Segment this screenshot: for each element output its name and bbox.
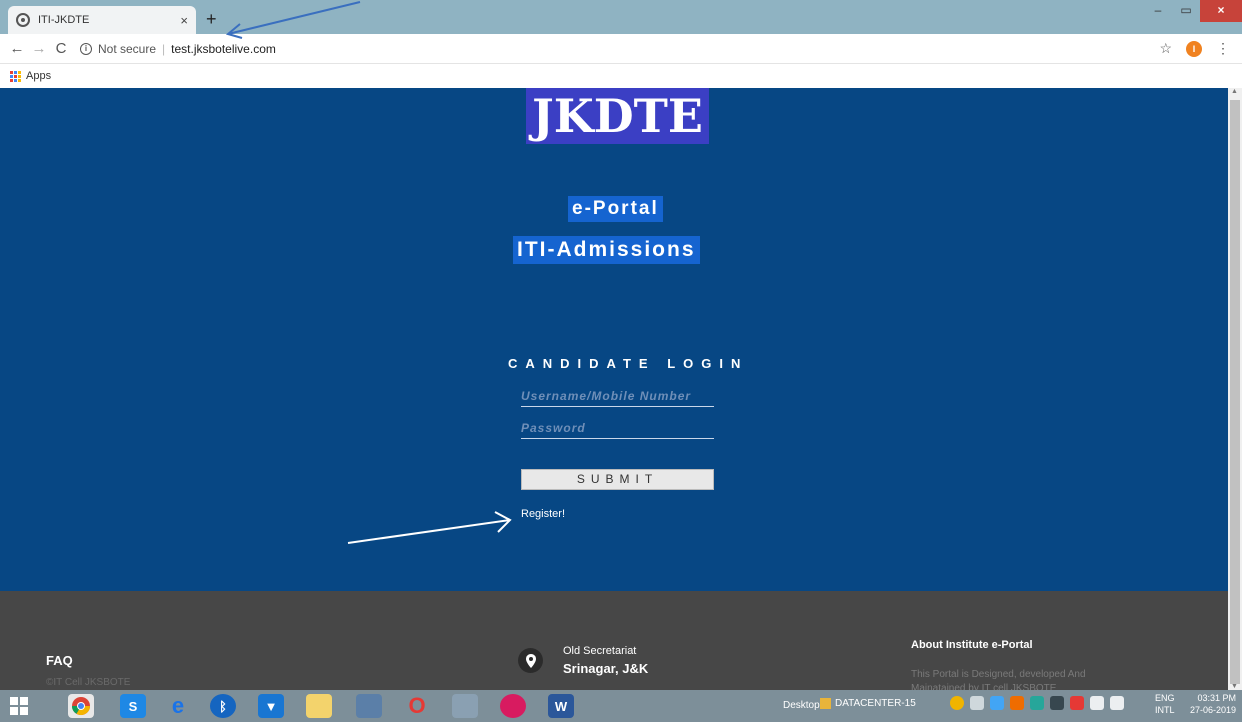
sync-icon[interactable] [1030, 696, 1044, 710]
tab-title: ITI-JKDTE [38, 14, 90, 26]
footer: FAQ ©IT Cell JKSBOTE Old Secretariat Sri… [0, 591, 1228, 690]
username-field-wrapper [521, 385, 714, 407]
security-label: Not secure [98, 41, 157, 56]
media-icon[interactable] [500, 694, 526, 718]
address-line-2: Srinagar, J&K [563, 661, 649, 676]
file-explorer-icon[interactable] [306, 694, 332, 718]
clock-time: 03:31 PM [1197, 693, 1237, 703]
taskbar-window-label: DATACENTER-15 [835, 698, 916, 709]
installer-icon[interactable] [452, 694, 478, 718]
download-icon[interactable]: ▼ [258, 694, 284, 718]
page-content: JKDTE e-Portal ITI-Admissions CANDIDATE … [0, 88, 1228, 690]
language-layout: INTL [1155, 705, 1175, 715]
tab-close-button[interactable]: × [180, 13, 188, 28]
skype-icon[interactable]: S [120, 694, 146, 718]
about-title: About Institute e-Portal [911, 639, 1033, 651]
omnibox[interactable]: i Not secure | test.jksbotelive.com [80, 42, 1159, 56]
copyright-text: ©IT Cell JKSBOTE [46, 677, 131, 688]
internet-explorer-icon[interactable]: e [165, 693, 191, 718]
scroll-up-icon[interactable]: ▲ [1231, 88, 1238, 95]
register-link[interactable]: Register! [521, 508, 565, 520]
page-scrollbar[interactable]: ▲ ▼ [1228, 88, 1242, 690]
bookmark-apps[interactable]: Apps [26, 70, 51, 82]
forward-arrow-icon[interactable]: → [28, 40, 50, 57]
bluetooth-icon[interactable]: ᛒ [210, 694, 236, 718]
system-clock[interactable]: 03:31 PM 27-06-2019 [1190, 692, 1236, 716]
annotation-arrow-top [225, 1, 361, 39]
opera-icon[interactable]: O [404, 693, 430, 718]
url-text[interactable]: test.jksbotelive.com [171, 42, 276, 56]
shield-icon[interactable] [990, 696, 1004, 710]
chrome-icon[interactable] [68, 694, 94, 718]
bookmark-star-icon[interactable]: ☆ [1159, 40, 1172, 57]
reload-icon[interactable]: C [50, 40, 72, 57]
display-icon[interactable] [1050, 696, 1064, 710]
help-icon[interactable] [950, 696, 964, 710]
password-input[interactable] [521, 417, 714, 438]
minimize-button[interactable]: – [1144, 0, 1172, 22]
password-field-wrapper [521, 417, 714, 439]
tray-app-icon[interactable] [1010, 696, 1024, 710]
login-title: CANDIDATE LOGIN [508, 356, 749, 371]
back-arrow-icon[interactable]: ← [6, 40, 28, 57]
system-tray [950, 696, 1124, 710]
language-code: ENG [1155, 693, 1175, 703]
word-icon[interactable]: W [548, 694, 574, 718]
volume-icon[interactable] [1090, 696, 1104, 710]
globe-icon [16, 13, 30, 27]
close-window-button[interactable]: × [1200, 0, 1242, 22]
windows-start-icon[interactable] [10, 697, 28, 715]
submit-button[interactable]: SUBMIT [521, 469, 714, 490]
admissions-heading: ITI-Admissions [513, 236, 700, 264]
username-input[interactable] [521, 385, 714, 406]
desktop-toolbar[interactable]: Desktop [783, 700, 820, 711]
bookmarks-bar: Apps [0, 64, 1242, 88]
app-icon[interactable] [356, 694, 382, 718]
faq-link[interactable]: FAQ [46, 653, 73, 668]
browser-titlebar: ITI-JKDTE × + – ▭ × [0, 0, 1242, 34]
address-line-1: Old Secretariat [563, 645, 637, 657]
annotation-arrow [347, 511, 512, 544]
clock-date: 27-06-2019 [1190, 705, 1237, 715]
taskbar-window-item[interactable]: DATACENTER-15 [820, 698, 916, 709]
power-icon[interactable] [1070, 696, 1084, 710]
info-icon[interactable]: i [80, 42, 92, 55]
windows-taskbar: S e ᛒ ▼ O W Desktop DATACENTER-15 ENG IN… [0, 690, 1242, 722]
omnibox-divider: | [162, 41, 166, 56]
menu-kebab-icon[interactable]: ⋮ [1216, 40, 1230, 57]
window-controls: – ▭ × [1144, 0, 1242, 22]
scroll-down-icon[interactable]: ▼ [1231, 683, 1238, 690]
maximize-button[interactable]: ▭ [1172, 0, 1200, 22]
location-pin-icon [518, 648, 543, 673]
folder-icon [820, 698, 831, 709]
portal-heading: e-Portal [568, 196, 663, 222]
signal-icon[interactable] [1110, 696, 1124, 710]
address-bar: ← → C i Not secure | test.jksbotelive.co… [0, 34, 1242, 64]
apps-grid-icon[interactable] [10, 70, 21, 82]
language-indicator[interactable]: ENG INTL [1155, 692, 1175, 716]
profile-avatar[interactable]: I [1186, 40, 1202, 57]
browser-tab[interactable]: ITI-JKDTE × [8, 6, 196, 34]
network-icon[interactable] [970, 696, 984, 710]
about-text: This Portal is Designed, developed And M… [911, 669, 1086, 690]
site-logo: JKDTE [526, 88, 709, 144]
scrollbar-thumb[interactable] [1230, 100, 1240, 684]
